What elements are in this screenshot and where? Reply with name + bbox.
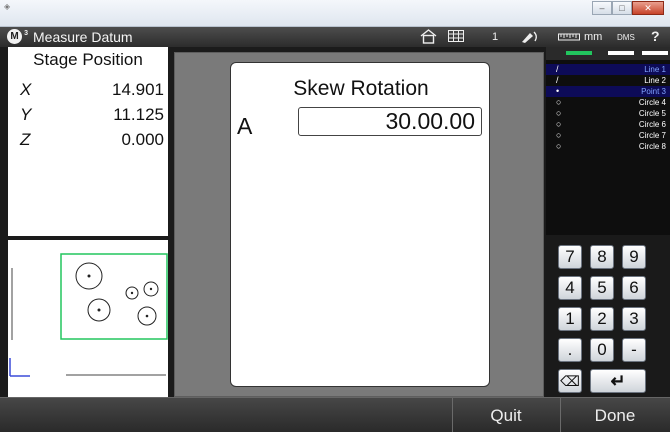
circle-icon: ○: [556, 119, 562, 129]
key-9[interactable]: 9: [622, 245, 646, 269]
feature-list-tabs: [546, 47, 670, 60]
key-1[interactable]: 1: [558, 307, 582, 331]
app-logo: M3: [7, 29, 28, 44]
key-8[interactable]: 8: [590, 245, 614, 269]
window-buttons: – □ ✕: [592, 1, 664, 15]
axis-label: Y: [20, 105, 32, 124]
key-minus[interactable]: -: [622, 338, 646, 362]
enter-key[interactable]: ↵: [590, 369, 646, 393]
feature-name: Line 2: [644, 76, 666, 85]
grid-icon[interactable]: [448, 30, 464, 42]
system-menu-icon[interactable]: ◈: [4, 2, 14, 12]
done-button[interactable]: Done: [560, 398, 670, 432]
feature-name: Circle 5: [638, 109, 666, 118]
home-icon[interactable]: [420, 29, 437, 44]
feature-list-item[interactable]: ○ Circle 6: [546, 119, 670, 130]
key-2[interactable]: 2: [590, 307, 614, 331]
feature-circle-center: [130, 291, 134, 295]
feature-circle-center: [87, 274, 91, 278]
key-decimal[interactable]: .: [558, 338, 582, 362]
rotation-angle-input[interactable]: [298, 107, 482, 136]
feature-name: Circle 7: [638, 131, 666, 140]
part-outline: [60, 253, 168, 340]
circle-icon: ○: [556, 108, 562, 118]
key-6[interactable]: 6: [622, 276, 646, 300]
feature-list-item[interactable]: ○ Circle 7: [546, 130, 670, 141]
key-5[interactable]: 5: [590, 276, 614, 300]
circle-icon: ○: [556, 130, 562, 140]
feature-circle-center: [149, 287, 153, 291]
stage-position-panel: Stage Position X 14.901 Y 11.125 Z 0.000: [8, 47, 168, 236]
axis-value: 11.125: [113, 105, 164, 124]
feature-name: Line 1: [644, 65, 666, 74]
stage-title: Stage Position: [33, 50, 143, 69]
axis-row-y: Y 11.125: [8, 105, 168, 129]
skew-rotation-dialog: Skew Rotation A: [230, 62, 490, 387]
line-icon: /: [556, 64, 559, 74]
maximize-button[interactable]: □: [612, 1, 632, 15]
key-0[interactable]: 0: [590, 338, 614, 362]
axis-label: Z: [20, 130, 31, 149]
point-icon: •: [556, 86, 560, 96]
feature-list-item[interactable]: ○ Circle 4: [546, 97, 670, 108]
feature-circle-center: [145, 314, 149, 318]
feature-name: Circle 4: [638, 98, 666, 107]
feature-list-item[interactable]: / Line 1: [546, 64, 670, 75]
close-button[interactable]: ✕: [632, 1, 664, 15]
feature-name: Point 3: [641, 87, 666, 96]
axis-row-x: X 14.901: [8, 80, 168, 104]
ruler-icon[interactable]: [558, 31, 580, 41]
tab-active[interactable]: [566, 51, 592, 55]
tab[interactable]: [608, 51, 634, 55]
tab[interactable]: [642, 51, 668, 55]
circle-icon: ○: [556, 141, 562, 151]
page-title: Measure Datum: [33, 29, 133, 45]
feature-name: Circle 8: [638, 142, 666, 151]
rotation-axis-label: A: [237, 113, 253, 139]
help-button[interactable]: ?: [651, 28, 660, 44]
backspace-key[interactable]: ⌫: [558, 369, 582, 393]
quit-button[interactable]: Quit: [452, 398, 560, 432]
line-icon: /: [556, 75, 559, 85]
axis-value: 14.901: [112, 80, 164, 99]
key-4[interactable]: 4: [558, 276, 582, 300]
axis-label: X: [20, 80, 32, 99]
feature-list-item[interactable]: ○ Circle 8: [546, 141, 670, 152]
part-view[interactable]: [8, 240, 168, 397]
minimize-button[interactable]: –: [592, 1, 612, 15]
circle-icon: ○: [556, 97, 562, 107]
key-3[interactable]: 3: [622, 307, 646, 331]
angle-mode-toggle[interactable]: DMS: [617, 33, 635, 42]
feature-list-item[interactable]: / Line 2: [546, 75, 670, 86]
feature-count: 1: [492, 31, 499, 43]
units-toggle[interactable]: mm: [584, 31, 602, 43]
dialog-title: Skew Rotation: [293, 77, 429, 100]
axis-row-z: Z 0.000: [8, 130, 168, 154]
app-toolbar: M3 Measure Datum 1 mm DMS ?: [0, 27, 670, 47]
feature-list-item[interactable]: • Point 3: [546, 86, 670, 97]
feature-list: / Line 1 / Line 2 • Point 3 ○ Circle 4 ○…: [546, 47, 670, 235]
feature-circle-center: [97, 308, 101, 312]
feature-name: Circle 6: [638, 120, 666, 129]
numeric-keypad: 7 8 9 4 5 6 1 2 3 . 0 - ⌫ ↵: [546, 235, 670, 397]
probe-icon[interactable]: [520, 29, 542, 44]
key-7[interactable]: 7: [558, 245, 582, 269]
feature-list-item[interactable]: ○ Circle 5: [546, 108, 670, 119]
axis-value: 0.000: [121, 130, 164, 149]
bottom-action-bar: Quit Done: [0, 397, 670, 432]
window-chrome: ◈ – □ ✕: [0, 0, 670, 27]
